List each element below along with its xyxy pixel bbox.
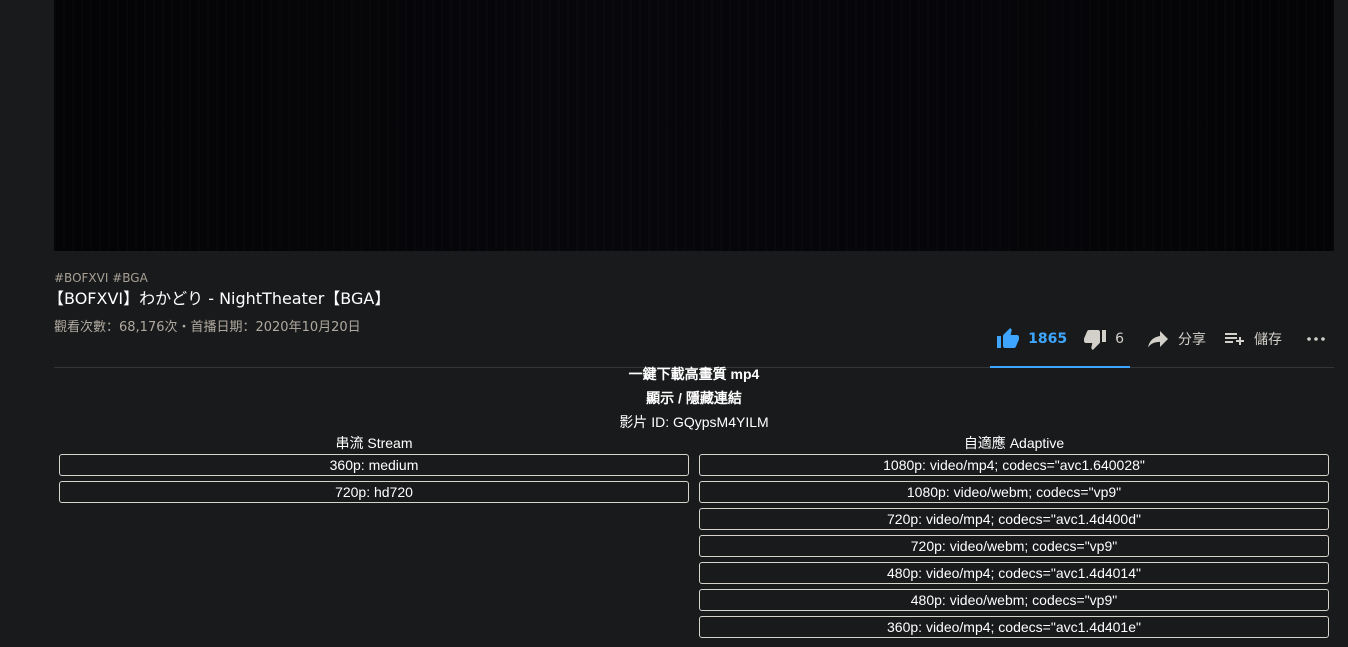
quick-download-link[interactable]: 一鍵下載高畫質 mp4 xyxy=(54,362,1334,386)
share-label: 分享 xyxy=(1178,332,1206,348)
stream-column: 串流 Stream 360p: medium 720p: hd720 xyxy=(54,432,694,643)
toggle-links-link[interactable]: 顯示 / 隱藏連結 xyxy=(54,386,1334,410)
stream-link[interactable]: 720p: hd720 xyxy=(59,481,689,503)
video-id-label: 影片 ID: GQypsM4YILM xyxy=(619,414,769,430)
video-title: 【BOFXVI】わかどり - NightTheater【BGA】 xyxy=(48,289,391,308)
video-meta-row: 觀看次數：68,176次・首播日期：2020年10月20日 1865 6 分享 … xyxy=(54,317,1334,368)
page: #BOFXVI #BGA 【BOFXVI】わかどり - NightTheater… xyxy=(0,0,1348,647)
adaptive-header: 自適應 Adaptive xyxy=(963,435,1065,451)
video-player[interactable] xyxy=(54,0,1334,251)
share-button[interactable]: 分享 xyxy=(1146,319,1206,359)
stream-header: 串流 Stream xyxy=(335,435,413,451)
like-count: 1865 xyxy=(1028,331,1068,347)
like-button[interactable]: 1865 xyxy=(996,319,1067,359)
thumbs-down-icon xyxy=(1083,327,1107,351)
adaptive-link[interactable]: 360p: video/mp4; codecs="avc1.4d401e" xyxy=(699,616,1329,638)
video-frame xyxy=(54,0,1334,251)
download-columns: 串流 Stream 360p: medium 720p: hd720 自適應 A… xyxy=(54,432,1334,643)
adaptive-link[interactable]: 720p: video/mp4; codecs="avc1.4d400d" xyxy=(699,508,1329,530)
stream-link[interactable]: 360p: medium xyxy=(59,454,689,476)
adaptive-link[interactable]: 1080p: video/webm; codecs="vp9" xyxy=(699,481,1329,503)
video-info: #BOFXVI #BGA 【BOFXVI】わかどり - NightTheater… xyxy=(48,262,1334,368)
more-horizontal-icon xyxy=(1304,327,1328,351)
adaptive-column: 自適應 Adaptive 1080p: video/mp4; codecs="a… xyxy=(694,432,1334,643)
dislike-button[interactable]: 6 xyxy=(1083,319,1124,359)
share-arrow-icon xyxy=(1146,327,1170,351)
dislike-count: 6 xyxy=(1115,331,1124,347)
thumbs-up-icon xyxy=(996,327,1020,351)
adaptive-link[interactable]: 720p: video/webm; codecs="vp9" xyxy=(699,535,1329,557)
download-panel: 一鍵下載高畫質 mp4 顯示 / 隱藏連結 影片 ID: GQypsM4YILM… xyxy=(54,362,1334,643)
save-label: 儲存 xyxy=(1254,332,1282,348)
action-bar: 1865 6 分享 儲存 xyxy=(990,317,1334,368)
like-dislike-group: 1865 6 xyxy=(990,317,1130,368)
adaptive-link[interactable]: 1080p: video/mp4; codecs="avc1.640028" xyxy=(699,454,1329,476)
adaptive-link[interactable]: 480p: video/webm; codecs="vp9" xyxy=(699,589,1329,611)
save-button[interactable]: 儲存 xyxy=(1222,319,1282,359)
playlist-add-icon xyxy=(1222,327,1246,351)
video-hashtags[interactable]: #BOFXVI #BGA xyxy=(54,269,1334,287)
view-count-and-date: 觀看次數：68,176次・首播日期：2020年10月20日 xyxy=(54,320,361,335)
more-actions-button[interactable] xyxy=(1304,319,1328,359)
adaptive-link[interactable]: 480p: video/mp4; codecs="avc1.4d4014" xyxy=(699,562,1329,584)
